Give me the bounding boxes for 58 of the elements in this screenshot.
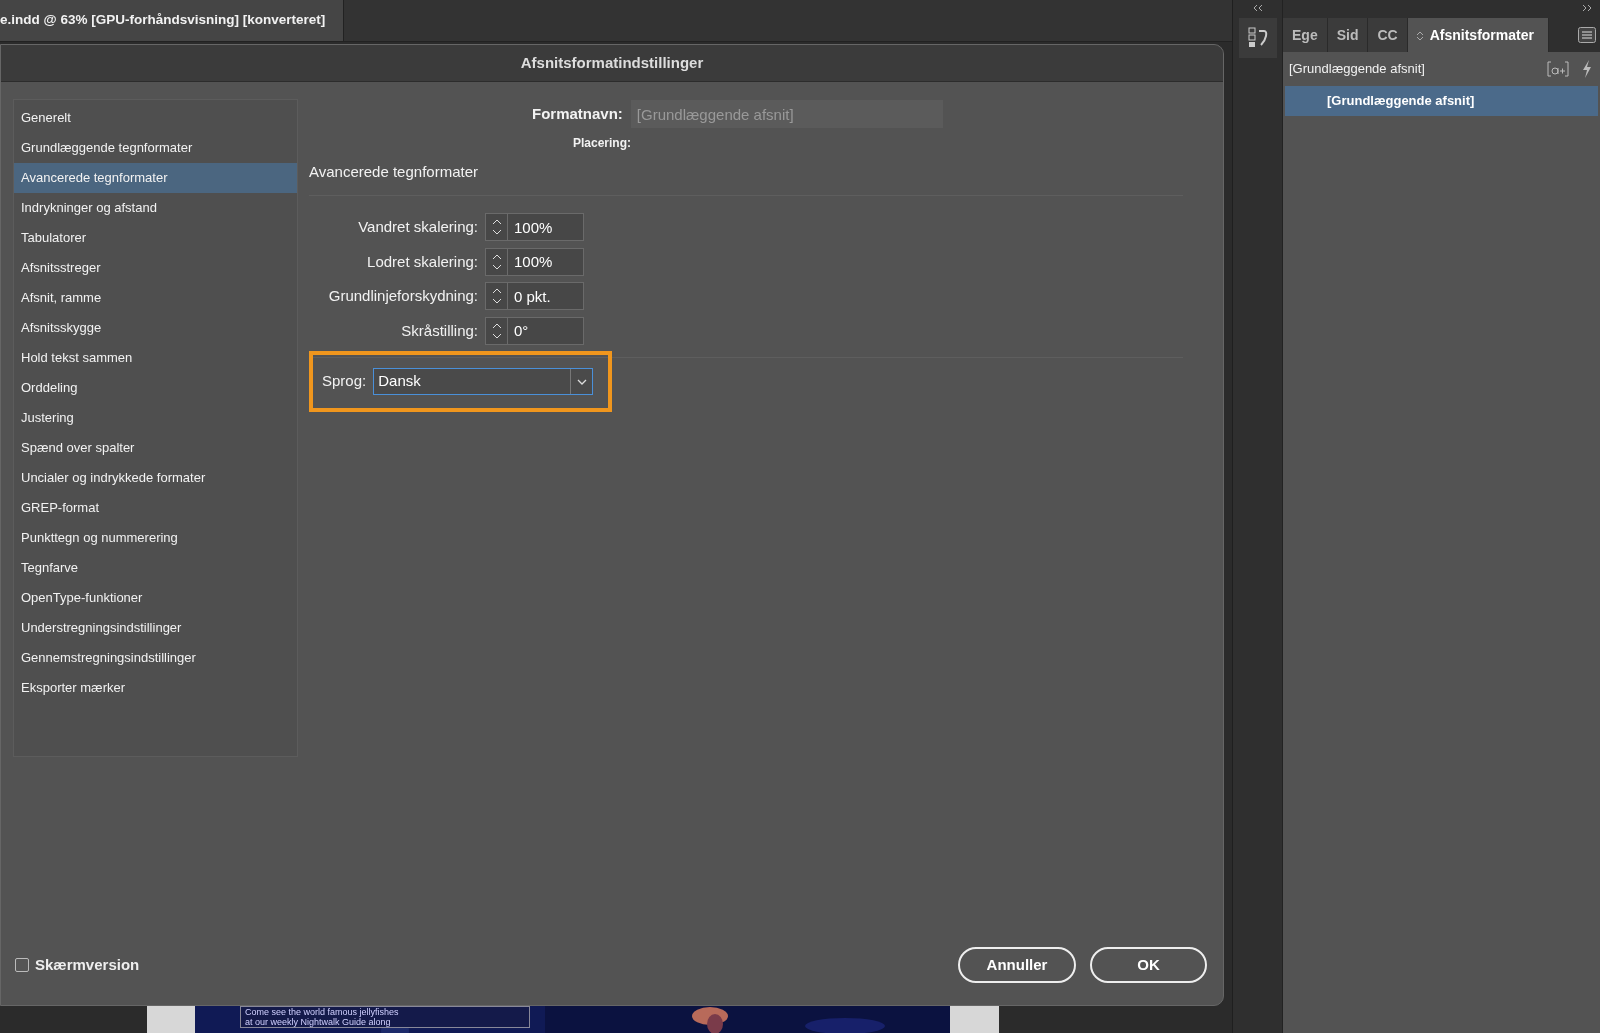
- category-item[interactable]: Orddeling: [14, 373, 297, 403]
- caret-icon: [576, 378, 587, 385]
- collapse-icon[interactable]: [1252, 4, 1263, 12]
- value-field[interactable]: 100%: [508, 247, 584, 276]
- value-field[interactable]: 100%: [508, 213, 584, 242]
- section-title: Avancerede tegnformater: [309, 162, 478, 180]
- category-item[interactable]: Afsnitsskygge: [14, 313, 297, 343]
- document-tab[interactable]: e.indd @ 63% [GPU-forhåndsvisning] [konverteret]: [0, 0, 345, 41]
- panel-tab[interactable]: Ege: [1283, 18, 1328, 52]
- category-item[interactable]: Avancerede tegnformater: [14, 163, 297, 193]
- category-item[interactable]: Uncialer og indrykkede formater: [14, 463, 297, 493]
- category-item[interactable]: OpenType-funktioner: [14, 583, 297, 613]
- category-item[interactable]: Understregningsindstillinger: [14, 613, 297, 643]
- category-item[interactable]: Indrykninger og afstand: [14, 193, 297, 223]
- checkbox-label: Skærmversion: [35, 954, 140, 975]
- category-item[interactable]: Punkttegn og nummerering: [14, 523, 297, 553]
- category-item[interactable]: Afsnit, ramme: [14, 283, 297, 313]
- category-item[interactable]: GREP-format: [14, 493, 297, 523]
- language-dropdown[interactable]: Dansk: [373, 368, 594, 395]
- spinner-arrows[interactable]: [485, 213, 508, 242]
- field-label: Placering:: [573, 136, 632, 150]
- category-item[interactable]: Hold tekst sammen: [14, 343, 297, 373]
- category-item[interactable]: Tabulatorer: [14, 223, 297, 253]
- value-field[interactable]: 0°: [508, 316, 584, 345]
- category-item[interactable]: Generelt: [14, 103, 297, 133]
- field-label: Lodret skalering:: [366, 251, 479, 272]
- panel-tab[interactable]: Sid: [1327, 18, 1369, 52]
- spinner-arrows[interactable]: [485, 247, 508, 276]
- spinner-arrows[interactable]: [485, 282, 508, 311]
- ok-button[interactable]: OK: [1090, 947, 1207, 983]
- cancel-button[interactable]: Annuller: [958, 947, 1076, 983]
- new-style-icon[interactable]: [1547, 61, 1569, 77]
- field-label: Grundlinjeforskydning:: [327, 286, 479, 306]
- document-text: Come see the world famous jellyfishes at our weekly Nightwalk Guide along: [240, 1006, 530, 1028]
- field-label: Skråstilling:: [400, 320, 479, 341]
- current-style-label: [Grundlæggende afsnit]: [1289, 60, 1425, 79]
- checkbox[interactable]: [15, 958, 29, 972]
- lightning-icon[interactable]: [1582, 60, 1592, 78]
- category-item[interactable]: Grundlæggende tegnformater: [14, 133, 297, 163]
- style-item[interactable]: [Grundlæggende afsnit]: [1285, 86, 1598, 116]
- spinner-arrows[interactable]: [485, 316, 508, 345]
- field-label: Vandret skalering:: [357, 217, 479, 237]
- value-field[interactable]: 0 pkt.: [508, 282, 584, 311]
- panel-tab[interactable]: Afsnitsformater: [1407, 18, 1549, 52]
- category-item[interactable]: Tegnfarve: [14, 553, 297, 583]
- expand-icon[interactable]: [1582, 4, 1592, 12]
- sort-icon: [1415, 29, 1424, 42]
- menu-icon[interactable]: [1578, 27, 1596, 43]
- category-item[interactable]: Spænd over spalter: [14, 433, 297, 463]
- category-item[interactable]: Afsnitsstreger: [14, 253, 297, 283]
- panel-tab[interactable]: CC: [1368, 18, 1408, 52]
- field-label: Sprog:: [322, 371, 367, 392]
- dialog-title: Afsnitsformatindstillinger: [1, 45, 1223, 82]
- category-item[interactable]: Eksporter mærker: [14, 673, 297, 703]
- styles-panel-icon[interactable]: [1247, 27, 1268, 49]
- category-item[interactable]: Gennemstregningsindstillinger: [14, 643, 297, 673]
- category-item[interactable]: Justering: [14, 403, 297, 433]
- field-label: Formatnavn:: [532, 103, 623, 124]
